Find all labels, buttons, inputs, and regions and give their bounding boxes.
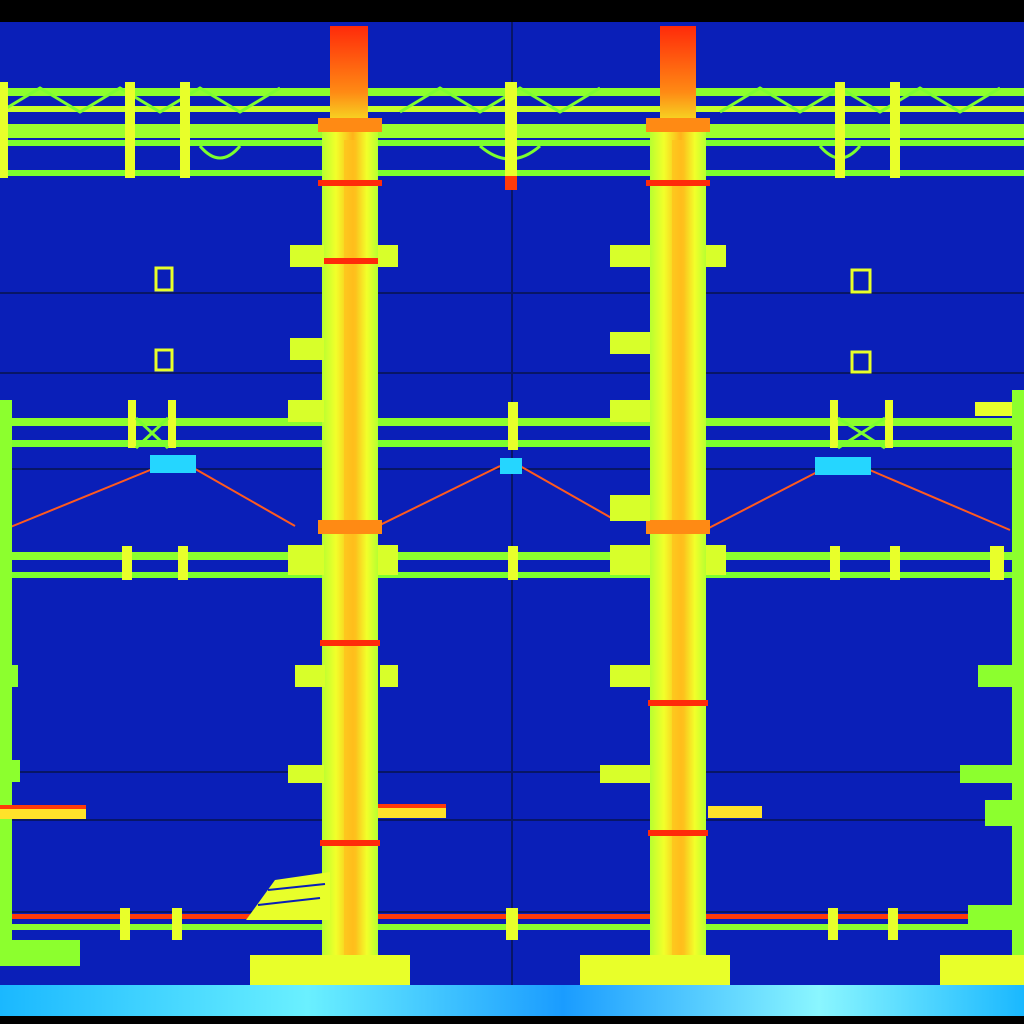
right-main-column [646,26,710,960]
heatmap-viewport [0,0,1024,1024]
left-main-column [318,26,382,960]
structure-heatmap [0,0,1024,1024]
